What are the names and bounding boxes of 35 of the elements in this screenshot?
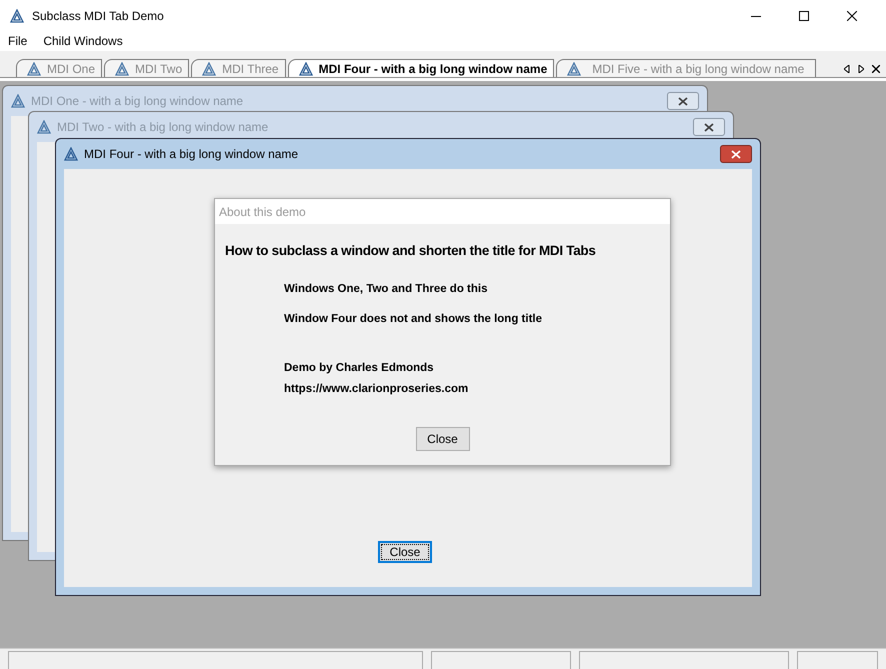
maximize-icon[interactable] xyxy=(799,10,809,20)
dialog-text: Windows One, Two and Three do this xyxy=(284,282,488,298)
logo-icon xyxy=(298,62,313,76)
close-icon xyxy=(704,122,714,132)
logo-icon xyxy=(37,120,51,134)
close-icon[interactable] xyxy=(872,65,880,73)
tab[interactable]: MDI Four - with a big long window name xyxy=(288,59,554,77)
logo-icon xyxy=(11,94,25,108)
logo-icon xyxy=(27,62,41,76)
dialog-heading: How to subclass a window and shorten the title for MDI Tabs xyxy=(225,242,597,260)
dialog-text: Window Four does not and shows the long title xyxy=(284,312,543,326)
close-button[interactable] xyxy=(720,145,752,163)
logo-icon xyxy=(10,8,24,22)
menu-item[interactable]: Child Windows xyxy=(43,32,123,50)
close-button[interactable] xyxy=(667,92,699,110)
window-title: Subclass MDI Tab Demo xyxy=(32,8,165,24)
close-button[interactable]: Close xyxy=(378,541,432,563)
child-window-title: MDI One - with a big long window name xyxy=(31,93,244,110)
close-button[interactable]: Close xyxy=(416,427,470,451)
close-icon xyxy=(678,96,688,106)
dialog-text: https://www.clarionproseries.com xyxy=(284,382,470,397)
dialog-text: Demo by Charles Edmonds xyxy=(284,360,435,376)
close-icon xyxy=(731,150,741,158)
child-window-title: MDI Four - with a big long window name xyxy=(84,146,300,163)
logo-icon xyxy=(567,62,582,76)
logo-icon xyxy=(115,62,130,76)
scroll-right-icon[interactable] xyxy=(858,65,864,73)
child-window-title: MDI Two - with a big long window name xyxy=(57,119,270,136)
dialog-title: About this demo xyxy=(219,204,306,220)
scroll-left-icon[interactable] xyxy=(844,65,850,73)
menu-item[interactable]: File xyxy=(8,32,28,50)
logo-icon xyxy=(202,62,216,76)
close-button[interactable] xyxy=(693,118,725,136)
close-icon[interactable] xyxy=(847,10,857,20)
logo-icon xyxy=(64,147,78,161)
